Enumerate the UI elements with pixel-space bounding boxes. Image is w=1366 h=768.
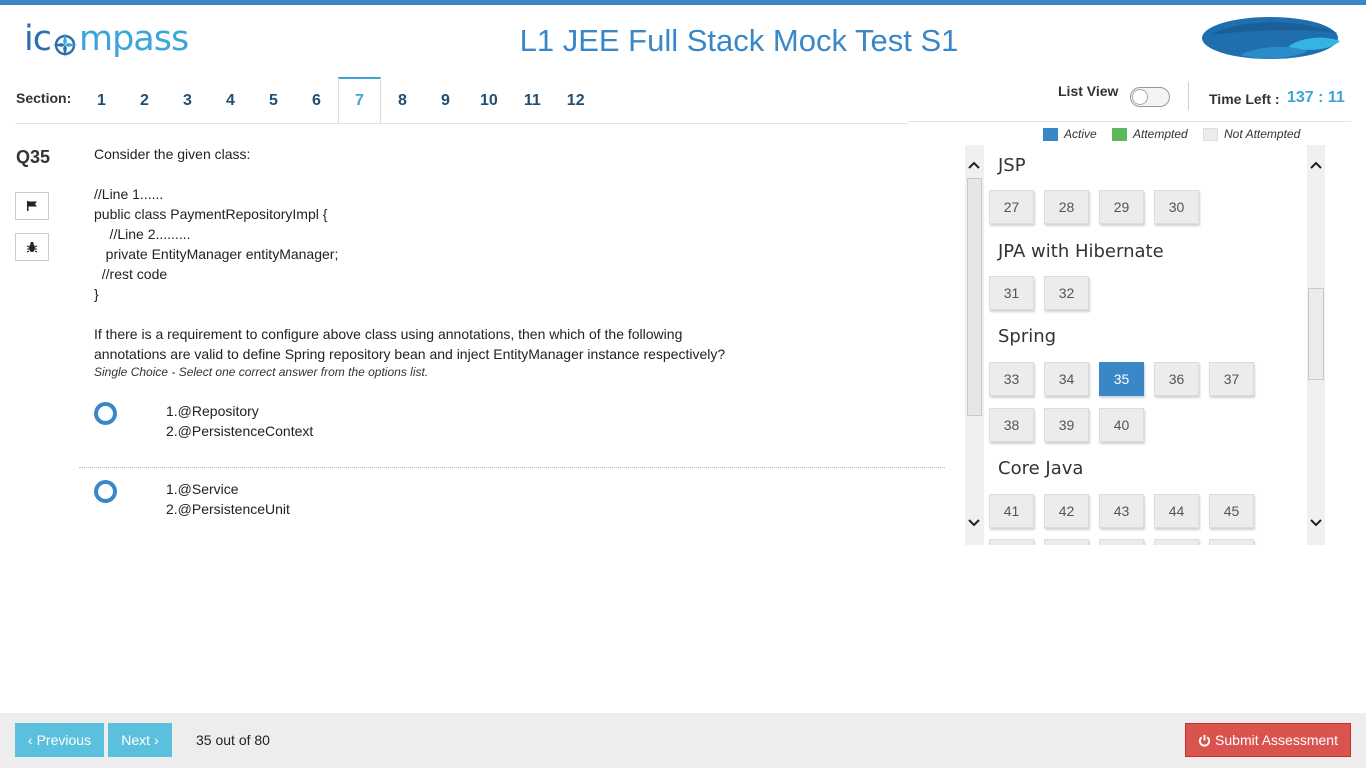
question-cell[interactable]: 40: [1099, 408, 1144, 442]
flag-button[interactable]: [15, 192, 49, 220]
list-view-toggle[interactable]: [1130, 87, 1170, 107]
question-cell[interactable]: 43: [1099, 494, 1144, 528]
flag-icon: [27, 201, 37, 211]
palette-next-row-peek: [984, 539, 1307, 545]
question-cell[interactable]: 34: [1044, 362, 1089, 396]
question-cell-partial[interactable]: [1044, 539, 1089, 545]
time-left-value: 137 : 11: [1287, 89, 1345, 106]
legend-not-attempted: Not Attempted: [1203, 127, 1300, 141]
legend-swatch-attempted: [1112, 127, 1127, 141]
question-cell[interactable]: 31: [989, 276, 1034, 310]
chevron-down-icon[interactable]: [965, 514, 983, 532]
question-cell[interactable]: 44: [1154, 494, 1199, 528]
section-label: Section:: [16, 90, 72, 106]
question-cell[interactable]: 28: [1044, 190, 1089, 224]
code-line: //rest code: [94, 266, 168, 282]
tab-section-4[interactable]: 4: [209, 77, 252, 124]
question-cell[interactable]: 27: [989, 190, 1034, 224]
group-title-jsp: JSP: [998, 155, 1026, 176]
page-title: L1 JEE Full Stack Mock Test S1: [519, 23, 959, 58]
question-text-line: If there is a requirement to configure a…: [94, 326, 683, 342]
next-button[interactable]: Next ›: [108, 723, 172, 757]
option-text: 1.@Service: [166, 481, 239, 497]
question-cell-partial[interactable]: [1099, 539, 1144, 545]
tab-section-3[interactable]: 3: [166, 77, 209, 124]
report-bug-button[interactable]: [15, 233, 49, 261]
question-cell-partial[interactable]: [1154, 539, 1199, 545]
chevron-right-icon: ›: [154, 732, 159, 748]
question-cell[interactable]: 37: [1209, 362, 1254, 396]
bug-icon: [26, 241, 38, 253]
tab-section-2[interactable]: 2: [123, 77, 166, 124]
legend-attempted: Attempted: [1112, 127, 1188, 141]
question-cell-partial[interactable]: [989, 539, 1034, 545]
code-line: private EntityManager entityManager;: [94, 246, 339, 262]
question-hint: Single Choice - Select one correct answe…: [94, 365, 429, 379]
legend-swatch-active: [1043, 127, 1058, 141]
option-divider: [79, 467, 945, 468]
legend-active: Active: [1043, 127, 1097, 141]
code-line: }: [94, 286, 99, 302]
scrollbar-thumb[interactable]: [1308, 288, 1324, 380]
option-text: 2.@PersistenceUnit: [166, 501, 290, 517]
palette-left-scrollbar[interactable]: [965, 145, 984, 545]
code-line: public class PaymentRepositoryImpl {: [94, 206, 328, 222]
group-title-core-java: Core Java: [998, 458, 1084, 479]
question-cell[interactable]: 38: [989, 408, 1034, 442]
previous-button[interactable]: ‹ Previous: [15, 723, 104, 757]
question-cell-active[interactable]: 35: [1099, 362, 1144, 396]
tab-section-12[interactable]: 12: [554, 77, 598, 124]
question-cell[interactable]: 39: [1044, 408, 1089, 442]
question-number: Q35: [16, 147, 51, 167]
power-icon: [1199, 734, 1211, 746]
option-text: 1.@Repository: [166, 403, 259, 419]
question-cell[interactable]: 30: [1154, 190, 1199, 224]
tab-section-5[interactable]: 5: [252, 77, 295, 124]
chevron-left-icon: ‹: [27, 732, 33, 748]
option-radio[interactable]: [94, 480, 117, 503]
question-cell[interactable]: 29: [1099, 190, 1144, 224]
time-left-label: Time Left :: [1209, 91, 1280, 107]
tab-section-6[interactable]: 6: [295, 77, 338, 124]
group-title-jpa: JPA with Hibernate: [998, 241, 1164, 262]
list-view-label: List View: [1058, 83, 1119, 99]
header: ic mpass L1 JEE Full Stack Mock Test S1: [0, 5, 1366, 75]
chevron-down-icon[interactable]: [1307, 514, 1325, 532]
panel-divider: [908, 121, 1351, 122]
toggle-knob: [1132, 89, 1148, 105]
code-line: //Line 1......: [94, 186, 164, 202]
tab-section-11[interactable]: 11: [511, 77, 554, 124]
tab-section-10[interactable]: 10: [467, 77, 511, 124]
question-text-line: Consider the given class:: [94, 146, 251, 162]
question-progress: 35 out of 80: [196, 732, 270, 748]
question-cell[interactable]: 33: [989, 362, 1034, 396]
group-title-spring: Spring: [998, 326, 1057, 347]
legend-swatch-not-attempted: [1203, 127, 1218, 141]
code-line: //Line 2.........: [94, 226, 191, 242]
submit-assessment-button[interactable]: Submit Assessment: [1185, 723, 1351, 757]
option-radio[interactable]: [94, 402, 117, 425]
question-cell[interactable]: 36: [1154, 362, 1199, 396]
question-cell[interactable]: 45: [1209, 494, 1254, 528]
chevron-up-icon[interactable]: [1307, 156, 1325, 174]
tab-section-7[interactable]: 7: [338, 77, 381, 124]
brand-logo: [1200, 15, 1342, 65]
section-divider: [15, 123, 908, 124]
question-cell[interactable]: 42: [1044, 494, 1089, 528]
scrollbar-thumb[interactable]: [967, 178, 982, 416]
header-separator: [1188, 82, 1189, 110]
palette-right-scrollbar[interactable]: [1307, 145, 1325, 545]
question-cell-partial[interactable]: [1209, 539, 1254, 545]
tab-section-8[interactable]: 8: [381, 77, 424, 124]
chevron-up-icon[interactable]: [965, 156, 983, 174]
question-cell[interactable]: 32: [1044, 276, 1089, 310]
tab-section-9[interactable]: 9: [424, 77, 467, 124]
section-tabs: 1 2 3 4 5 6 7 8 9 10 11 12: [80, 77, 598, 124]
option-text: 2.@PersistenceContext: [166, 423, 314, 439]
question-text-line: annotations are valid to define Spring r…: [94, 346, 726, 362]
question-cell[interactable]: 41: [989, 494, 1034, 528]
tab-section-1[interactable]: 1: [80, 77, 123, 124]
